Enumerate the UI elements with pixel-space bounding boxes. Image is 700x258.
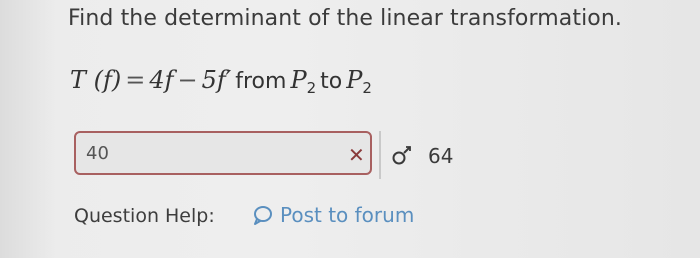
question-panel: Find the determinant of the linear trans… [0, 0, 700, 258]
left-shadow [0, 0, 58, 258]
formula-to-space: P [346, 66, 363, 94]
question-prompt: Find the determinant of the linear trans… [68, 6, 623, 31]
formula-from-space: P [290, 66, 307, 94]
attempts-count: 64 [428, 144, 454, 168]
formula-to-word: to [320, 69, 343, 94]
formula-from-word: from [235, 69, 287, 94]
formula-to-subscript: 2 [362, 79, 372, 97]
question-help-label: Question Help: [74, 205, 215, 227]
formula-from-subscript: 2 [306, 79, 317, 97]
transformation-formula: T (f) = 4f −5f′ from P2 to P2 [70, 66, 372, 97]
chat-bubble-icon [254, 206, 272, 225]
post-to-forum-link[interactable]: Post to forum [252, 203, 414, 227]
answer-input[interactable] [74, 131, 372, 175]
x-icon: ✕ [348, 143, 365, 167]
formula-term1: 4f [149, 66, 174, 94]
formula-lhs: T (f) [70, 66, 122, 94]
formula-equals: = [125, 66, 146, 94]
post-to-forum-label: Post to forum [280, 203, 415, 227]
formula-term2: 5f′ [201, 66, 232, 94]
resubmit-icon[interactable] [390, 146, 414, 166]
formula-minus: − [177, 66, 198, 94]
